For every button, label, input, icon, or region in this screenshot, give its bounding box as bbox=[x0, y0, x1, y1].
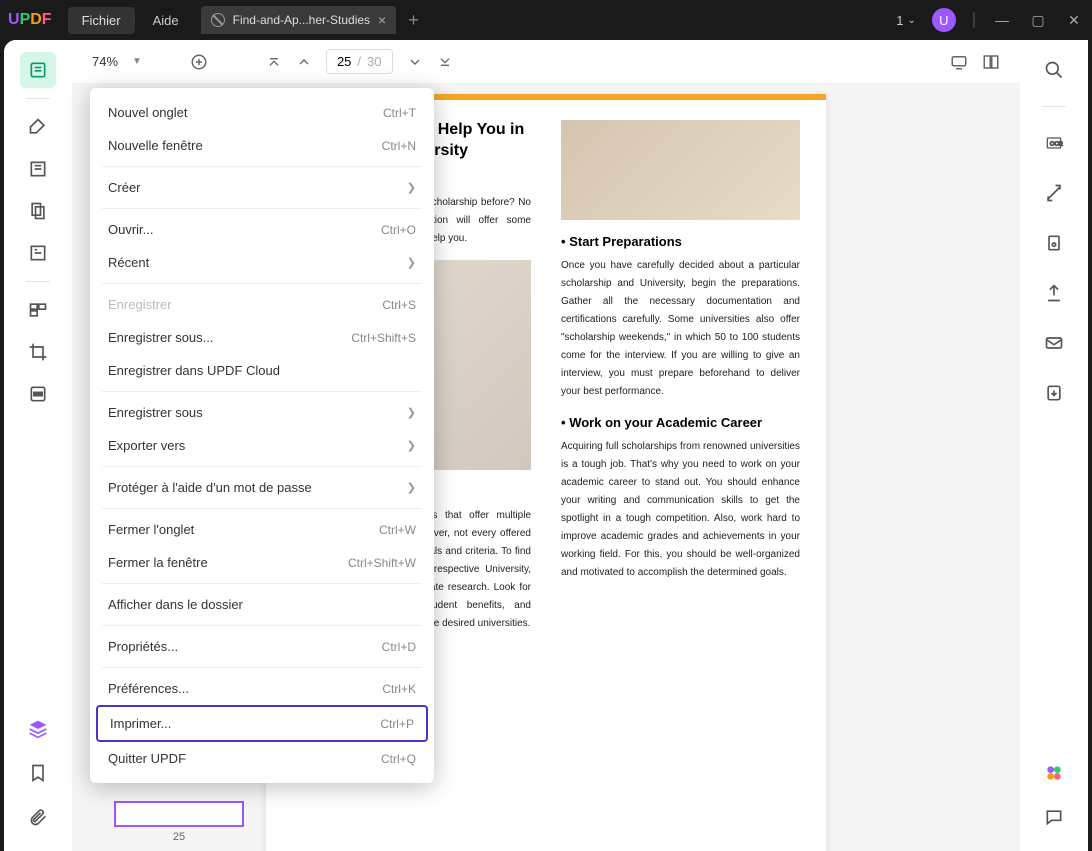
menu-item[interactable]: Propriétés...Ctrl+D bbox=[90, 630, 434, 663]
layers-icon[interactable] bbox=[20, 711, 56, 747]
edit-text-icon[interactable] bbox=[20, 151, 56, 187]
menu-item[interactable]: Créer❯ bbox=[90, 171, 434, 204]
menu-item[interactable]: Afficher dans le dossier bbox=[90, 588, 434, 621]
menu-bar: Fichier Aide bbox=[68, 7, 193, 34]
highlight-icon[interactable] bbox=[20, 109, 56, 145]
menu-item[interactable]: Récent❯ bbox=[90, 246, 434, 279]
doc-image-desk bbox=[561, 120, 800, 220]
last-page-icon[interactable] bbox=[437, 54, 453, 70]
ai-icon[interactable] bbox=[1036, 755, 1072, 791]
convert-icon[interactable] bbox=[1036, 175, 1072, 211]
document-tab[interactable]: Find-and-Ap...her-Studies × bbox=[201, 6, 397, 34]
right-toolbar: OCR bbox=[1020, 40, 1088, 851]
search-icon[interactable] bbox=[1036, 52, 1072, 88]
page-input[interactable]: 25/30 bbox=[326, 49, 393, 74]
email-icon[interactable] bbox=[1036, 325, 1072, 361]
tab-title: Find-and-Ap...her-Studies bbox=[233, 13, 370, 27]
comment-icon[interactable] bbox=[1036, 799, 1072, 835]
form-icon[interactable] bbox=[20, 235, 56, 271]
main-area: 74% ▼ 25/30 Practical Tips to Help You i… bbox=[4, 40, 1088, 851]
page-tool-icon[interactable] bbox=[20, 193, 56, 229]
organize-icon[interactable] bbox=[20, 292, 56, 328]
new-tab-button[interactable]: + bbox=[408, 10, 419, 31]
protect-icon[interactable] bbox=[1036, 225, 1072, 261]
doc-h2: Start Preparations bbox=[569, 234, 682, 249]
tab-icon bbox=[211, 13, 225, 27]
app-logo: UPDF bbox=[8, 11, 52, 29]
menu-item[interactable]: Exporter vers❯ bbox=[90, 429, 434, 462]
left-toolbar bbox=[4, 40, 72, 851]
ocr-icon[interactable]: OCR bbox=[1036, 125, 1072, 161]
top-toolbar: 74% ▼ 25/30 bbox=[72, 40, 1020, 84]
maximize-button[interactable]: ▢ bbox=[1028, 12, 1048, 29]
doc-p3: Acquiring full scholarships from renowne… bbox=[561, 438, 800, 582]
save-icon[interactable] bbox=[1036, 375, 1072, 411]
reader-mode-icon[interactable] bbox=[20, 52, 56, 88]
menu-item[interactable]: Nouvel ongletCtrl+T bbox=[90, 96, 434, 129]
menu-item[interactable]: Imprimer...Ctrl+P bbox=[96, 705, 428, 742]
minimize-button[interactable]: — bbox=[992, 12, 1012, 28]
prev-page-icon[interactable] bbox=[296, 54, 312, 70]
view-mode-icon[interactable] bbox=[982, 53, 1000, 71]
presentation-icon[interactable] bbox=[950, 53, 968, 71]
titlebar: UPDF Fichier Aide Find-and-Ap...her-Stud… bbox=[0, 0, 1092, 40]
zoom-in-icon[interactable] bbox=[190, 53, 208, 71]
menu-item[interactable]: Nouvelle fenêtreCtrl+N bbox=[90, 129, 434, 162]
menu-item[interactable]: Enregistrer dans UPDF Cloud bbox=[90, 354, 434, 387]
menu-item[interactable]: Fermer la fenêtreCtrl+Shift+W bbox=[90, 546, 434, 579]
menu-file[interactable]: Fichier bbox=[68, 7, 135, 34]
close-icon[interactable]: × bbox=[378, 12, 386, 28]
doc-p2: Once you have carefully decided about a … bbox=[561, 257, 800, 401]
window-controls: 1 ⌄ U | — ▢ ✕ bbox=[896, 8, 1084, 32]
next-page-icon[interactable] bbox=[407, 54, 423, 70]
attachment-icon[interactable] bbox=[20, 799, 56, 835]
share-icon[interactable] bbox=[1036, 275, 1072, 311]
zoom-level[interactable]: 74% bbox=[92, 54, 118, 69]
crop-icon[interactable] bbox=[20, 334, 56, 370]
redact-icon[interactable] bbox=[20, 376, 56, 412]
first-page-icon[interactable] bbox=[266, 54, 282, 70]
menu-help[interactable]: Aide bbox=[139, 7, 193, 34]
bookmark-icon[interactable] bbox=[20, 755, 56, 791]
menu-item[interactable]: Fermer l'ongletCtrl+W bbox=[90, 513, 434, 546]
doc-h3: Work on your Academic Career bbox=[569, 415, 762, 430]
menu-item[interactable]: Protéger à l'aide d'un mot de passe❯ bbox=[90, 471, 434, 504]
menu-item[interactable]: Enregistrer sous...Ctrl+Shift+S bbox=[90, 321, 434, 354]
close-button[interactable]: ✕ bbox=[1064, 12, 1084, 29]
svg-text:OCR: OCR bbox=[1050, 142, 1063, 148]
thumbnail[interactable]: 25 bbox=[114, 801, 244, 843]
zoom-dropdown-icon[interactable]: ▼ bbox=[132, 56, 142, 67]
menu-item[interactable]: EnregistrerCtrl+S bbox=[90, 288, 434, 321]
menu-item[interactable]: Quitter UPDFCtrl+Q bbox=[90, 742, 434, 775]
avatar[interactable]: U bbox=[932, 8, 956, 32]
menu-item[interactable]: Préférences...Ctrl+K bbox=[90, 672, 434, 705]
window-count[interactable]: 1 ⌄ bbox=[896, 13, 916, 28]
menu-item[interactable]: Enregistrer sous❯ bbox=[90, 396, 434, 429]
file-menu-dropdown: Nouvel ongletCtrl+TNouvelle fenêtreCtrl+… bbox=[90, 88, 434, 783]
menu-item[interactable]: Ouvrir...Ctrl+O bbox=[90, 213, 434, 246]
